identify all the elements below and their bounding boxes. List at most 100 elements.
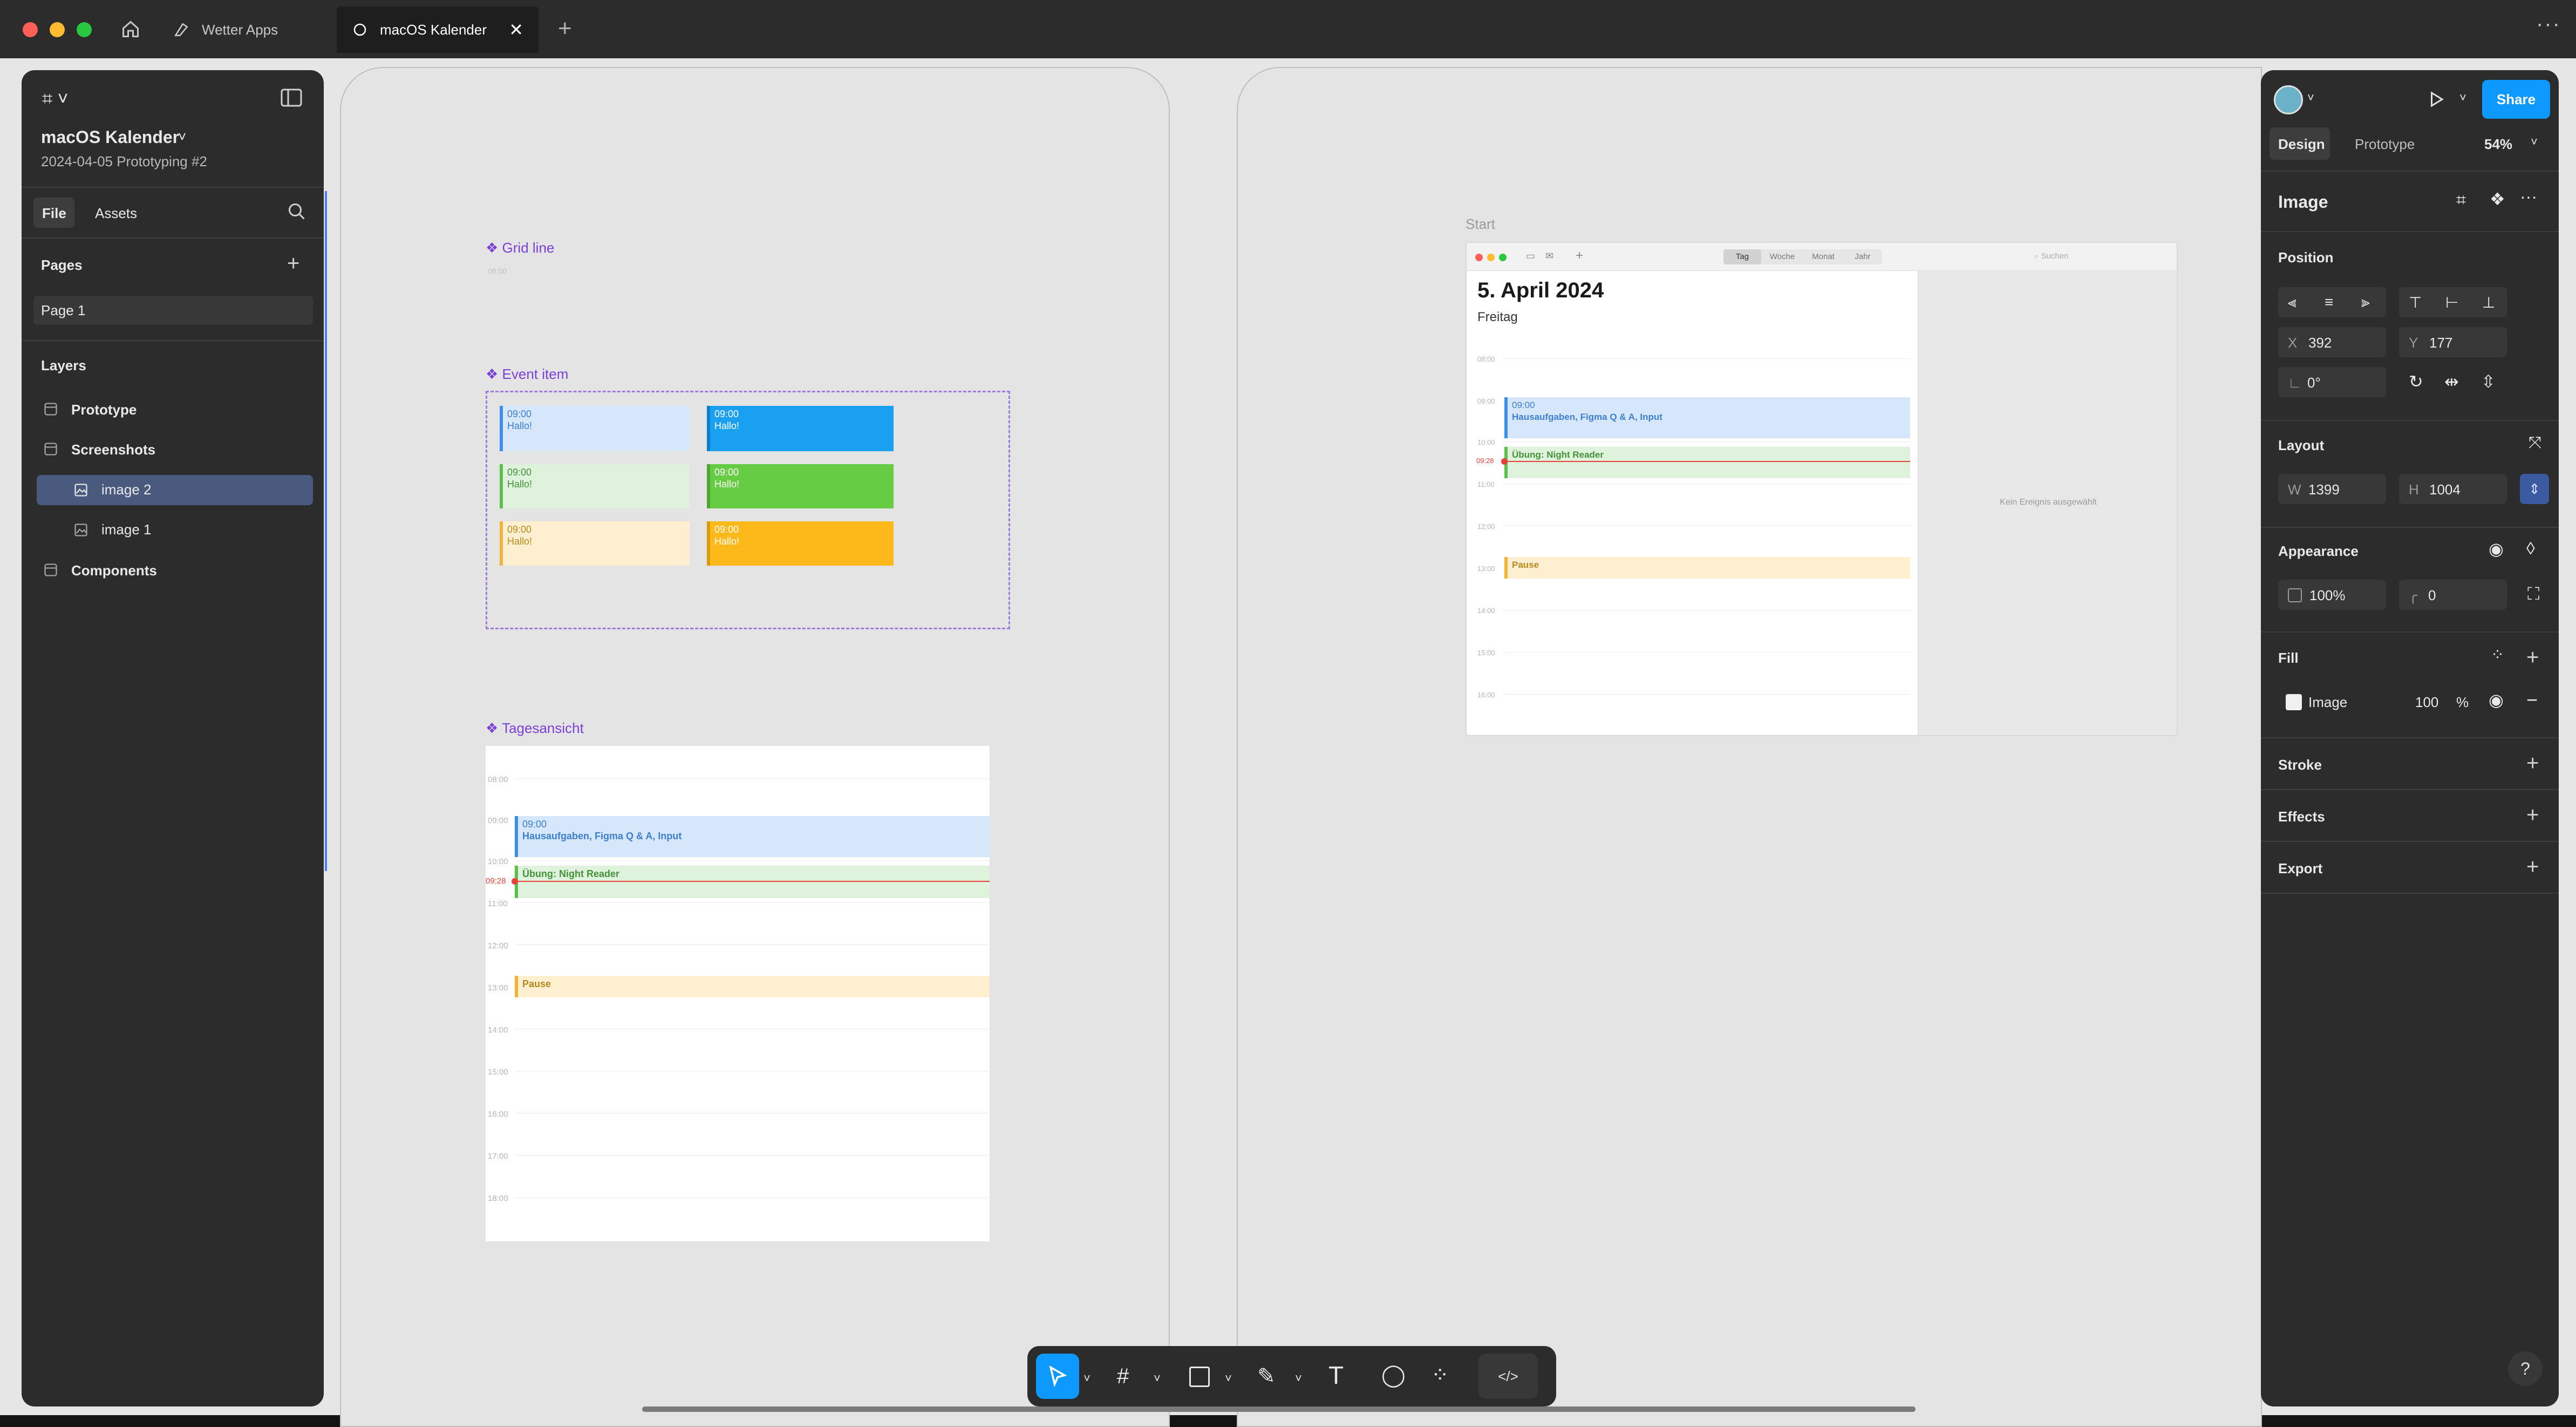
close-tab-icon[interactable]: ✕: [509, 19, 523, 40]
align-bottom-icon[interactable]: ⊥: [2482, 294, 2495, 311]
inbox-icon[interactable]: ✉: [1545, 250, 1553, 262]
close-window-button[interactable]: [1475, 254, 1483, 261]
rectangle-tool-icon[interactable]: [1189, 1367, 1210, 1387]
align-top-icon[interactable]: ⊤: [2409, 294, 2422, 311]
rotate-icon[interactable]: ↻: [2409, 371, 2423, 392]
event-item-variant[interactable]: 09:00 Hallo!: [500, 521, 690, 566]
flip-vertical-icon[interactable]: ⇳: [2481, 371, 2496, 392]
new-tab-icon[interactable]: +: [558, 15, 572, 42]
event-item-variant[interactable]: 09:00 Hallo!: [707, 464, 894, 508]
avatar[interactable]: [2274, 85, 2303, 114]
present-chevron-icon[interactable]: ˅: [2459, 91, 2466, 105]
zoom-window-button[interactable]: [77, 22, 92, 37]
segment-woche[interactable]: Woche: [1761, 249, 1803, 264]
dev-mode-toggle[interactable]: </>: [1478, 1354, 1538, 1399]
minimize-window-button[interactable]: [1487, 254, 1495, 261]
fill-swatch[interactable]: [2286, 694, 2302, 710]
start-screenshot[interactable]: ▭ ✉ + Tag Woche Monat Jahr ⌕ Suchen 5. A…: [1466, 242, 2178, 736]
frame-label-start[interactable]: Start: [1466, 216, 1495, 233]
tab-assets[interactable]: Assets: [95, 205, 137, 222]
align-left-icon[interactable]: ⫷: [2288, 294, 2296, 311]
align-center-icon[interactable]: ≡: [2325, 294, 2333, 311]
flip-horizontal-icon[interactable]: ⇹: [2444, 371, 2459, 392]
component-icon[interactable]: ❖: [2490, 189, 2505, 209]
component-label-event-item[interactable]: ❖ Event item: [486, 366, 568, 383]
visibility-icon[interactable]: ◉: [2489, 539, 2504, 559]
help-button[interactable]: ?: [2508, 1351, 2543, 1386]
event-title: Hallo!: [507, 479, 533, 490]
tab-wetter-apps[interactable]: Wetter Apps: [168, 6, 330, 53]
calendar-list-icon[interactable]: ▭: [1526, 250, 1535, 262]
share-button[interactable]: Share: [2482, 80, 2550, 119]
search-icon[interactable]: [287, 202, 306, 221]
segment-tag[interactable]: Tag: [1723, 249, 1761, 264]
zoom-window-button[interactable]: [1499, 254, 1507, 261]
event-item-variant[interactable]: 09:00 Hallo!: [500, 464, 690, 508]
layer-screenshots[interactable]: Screenshots: [71, 441, 155, 458]
event-item-variant[interactable]: 09:00 Hallo!: [707, 406, 894, 451]
home-icon[interactable]: [121, 19, 140, 39]
tab-prototype[interactable]: Prototype: [2355, 136, 2415, 153]
zoom-chevron-icon[interactable]: ˅: [2531, 135, 2538, 149]
align-middle-icon[interactable]: ⊢: [2445, 294, 2458, 311]
resources-icon[interactable]: ⁘: [1431, 1364, 1449, 1386]
add-stroke-icon[interactable]: +: [2526, 752, 2539, 774]
event-uebung[interactable]: Übung: Night Reader: [1504, 447, 1910, 478]
close-window-button[interactable]: [23, 22, 38, 37]
sidebar-toggle-icon[interactable]: [281, 89, 302, 107]
layer-prototype[interactable]: Prototype: [71, 402, 137, 418]
frame-tool-icon[interactable]: #: [1117, 1365, 1129, 1387]
minimize-window-button[interactable]: [50, 22, 65, 37]
fill-opacity-value[interactable]: 100: [2415, 694, 2438, 711]
zoom-level[interactable]: 54%: [2484, 136, 2512, 153]
styles-icon[interactable]: ⁘: [2491, 645, 2504, 664]
layer-components[interactable]: Components: [71, 562, 157, 579]
event-pause[interactable]: Pause: [515, 976, 990, 997]
frame-tool-chevron-icon[interactable]: ˅: [1154, 1368, 1161, 1389]
event-hausaufgaben[interactable]: 09:00 Hausaufgaben, Figma Q & A, Input: [515, 816, 990, 857]
constrain-proportions-icon[interactable]: ⇕: [2520, 474, 2549, 504]
event-item-variant[interactable]: 09:00 Hallo!: [500, 406, 690, 451]
pen-tool-chevron-icon[interactable]: ˅: [1295, 1368, 1302, 1389]
add-effect-icon[interactable]: +: [2526, 804, 2539, 826]
view-segmented-control[interactable]: Tag Woche Monat Jahr: [1723, 249, 1882, 264]
blend-mode-icon[interactable]: ◊: [2526, 539, 2535, 559]
fill-type[interactable]: Image: [2308, 694, 2347, 711]
tab-macos-kalender[interactable]: macOS Kalender ✕: [337, 6, 539, 53]
file-menu-chevron-icon[interactable]: ˅: [178, 128, 186, 145]
play-icon[interactable]: [2426, 90, 2445, 109]
pen-tool-icon[interactable]: ✎: [1257, 1365, 1276, 1387]
crop-icon[interactable]: ⌗: [2456, 190, 2466, 210]
event-pause[interactable]: Pause: [1504, 557, 1910, 579]
more-icon[interactable]: ···: [2536, 12, 2561, 36]
figma-menu-icon[interactable]: ⌗ ˅: [42, 89, 68, 110]
add-event-icon[interactable]: +: [1576, 248, 1583, 263]
component-label-grid-line[interactable]: ❖ Grid line: [486, 240, 554, 256]
comment-tool-icon[interactable]: ◯: [1381, 1364, 1406, 1386]
text-tool-icon[interactable]: T: [1328, 1363, 1344, 1388]
add-export-icon[interactable]: +: [2526, 856, 2539, 878]
shape-tool-chevron-icon[interactable]: ˅: [1225, 1368, 1232, 1389]
more-options-icon[interactable]: ···: [2520, 187, 2537, 207]
move-tool-chevron-icon[interactable]: ˅: [1083, 1368, 1091, 1389]
layer-image-1[interactable]: image 1: [101, 521, 152, 538]
segment-monat[interactable]: Monat: [1803, 249, 1843, 264]
remove-fill-icon[interactable]: −: [2526, 689, 2538, 711]
search-field[interactable]: ⌕ Suchen: [2034, 252, 2068, 261]
layout-expand-icon[interactable]: ⤧: [2529, 434, 2541, 452]
fill-visibility-icon[interactable]: ◉: [2489, 690, 2504, 710]
segment-jahr[interactable]: Jahr: [1843, 249, 1882, 264]
horizontal-scrollbar[interactable]: [642, 1406, 1916, 1412]
tagesansicht-component[interactable]: 08:00 09:00 10:00 11:00 12:00 13:00 14:0…: [486, 746, 990, 1241]
file-title[interactable]: macOS Kalender: [41, 127, 179, 147]
add-fill-icon[interactable]: +: [2526, 647, 2539, 668]
align-right-icon[interactable]: ⫸: [2361, 294, 2370, 311]
rotation-icon: ∟: [2288, 375, 2302, 391]
event-uebung[interactable]: Übung: Night Reader: [515, 866, 990, 898]
event-item-variant[interactable]: 09:00 Hallo!: [707, 521, 894, 566]
avatar-chevron-icon[interactable]: ˅: [2307, 91, 2314, 105]
event-hausaufgaben[interactable]: 09:00 Hausaufgaben, Figma Q & A, Input: [1504, 397, 1910, 438]
component-label-tagesansicht[interactable]: ❖ Tagesansicht: [486, 720, 584, 737]
independent-corners-icon[interactable]: ⛶: [2527, 584, 2539, 604]
add-page-icon[interactable]: +: [287, 253, 299, 274]
